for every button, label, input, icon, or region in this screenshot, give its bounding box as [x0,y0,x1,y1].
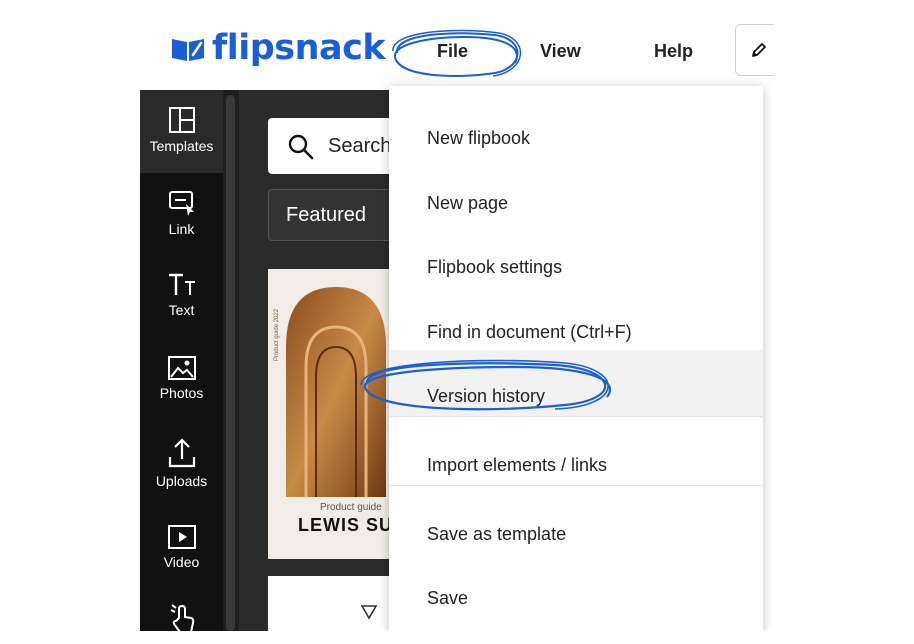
pencil-icon [752,43,766,57]
app-window: flipsnack File View Help Templates Link [140,13,774,631]
file-menu-dropdown: New flipbook New page Flipbook settings … [389,86,763,631]
top-bar: flipsnack File View Help [140,13,774,90]
menu-item-new-flipbook[interactable]: New flipbook [427,128,530,149]
sidebar-label-text: Text [168,302,195,318]
template-vertical-text: Product guide 2022 [274,308,280,361]
menu-item-save[interactable]: Save [427,588,468,609]
sidebar-item-photos[interactable]: Photos [140,355,223,401]
sidebar-label-uploads: Uploads [155,473,208,489]
menu-divider [389,416,763,417]
video-icon [167,525,196,549]
template-subtitle: Product guide [320,502,382,513]
sidebar-item-interaction[interactable] [140,604,223,631]
sidebar-label-video: Video [163,554,200,570]
menu-view[interactable]: View [540,41,581,62]
text-icon [168,273,195,295]
menu-item-version-history[interactable]: Version history [427,386,545,407]
menu-item-flipbook-settings[interactable]: Flipbook settings [427,257,562,278]
menu-item-find-in-document[interactable]: Find in document (Ctrl+F) [427,322,632,343]
menu-item-new-page[interactable]: New page [427,193,508,214]
menu-item-import-elements[interactable]: Import elements / links [427,455,607,476]
sidebar-item-video[interactable]: Video [140,524,223,570]
interaction-icon [170,604,194,631]
photos-icon [167,356,196,380]
template-preview-image [286,287,386,497]
sidebar-item-link[interactable]: Link [140,189,223,237]
template-thumbnail-2[interactable] [268,576,408,631]
menu-divider [389,485,763,486]
edit-button[interactable] [735,24,774,76]
menu-help[interactable]: Help [654,41,693,62]
sidebar-item-templates[interactable]: Templates [140,90,223,173]
sidebar-item-text[interactable]: Text [140,272,223,318]
flipbook-logo-icon [172,38,204,61]
sidebar-label-link: Link [168,221,195,237]
sidebar-label-templates: Templates [149,138,214,154]
logo-text: flipsnack [212,28,386,68]
template-emblem-icon [360,605,378,620]
sidebar-item-uploads[interactable]: Uploads [140,437,223,489]
featured-label: Featured [286,204,367,226]
search-icon [288,134,314,160]
search-placeholder: Search [328,135,392,157]
sidebar-scrollbar[interactable] [226,95,235,631]
templates-icon [168,107,195,133]
menu-item-save-as-template[interactable]: Save as template [427,524,566,545]
uploads-icon [168,438,195,468]
sidebar-label-photos: Photos [159,385,204,401]
template-thumbnail[interactable]: Product guide 2022 Product guide LEWIS S… [268,269,408,559]
flipsnack-logo[interactable]: flipsnack [170,28,386,68]
link-icon [168,191,194,216]
menu-file[interactable]: File [437,41,468,62]
